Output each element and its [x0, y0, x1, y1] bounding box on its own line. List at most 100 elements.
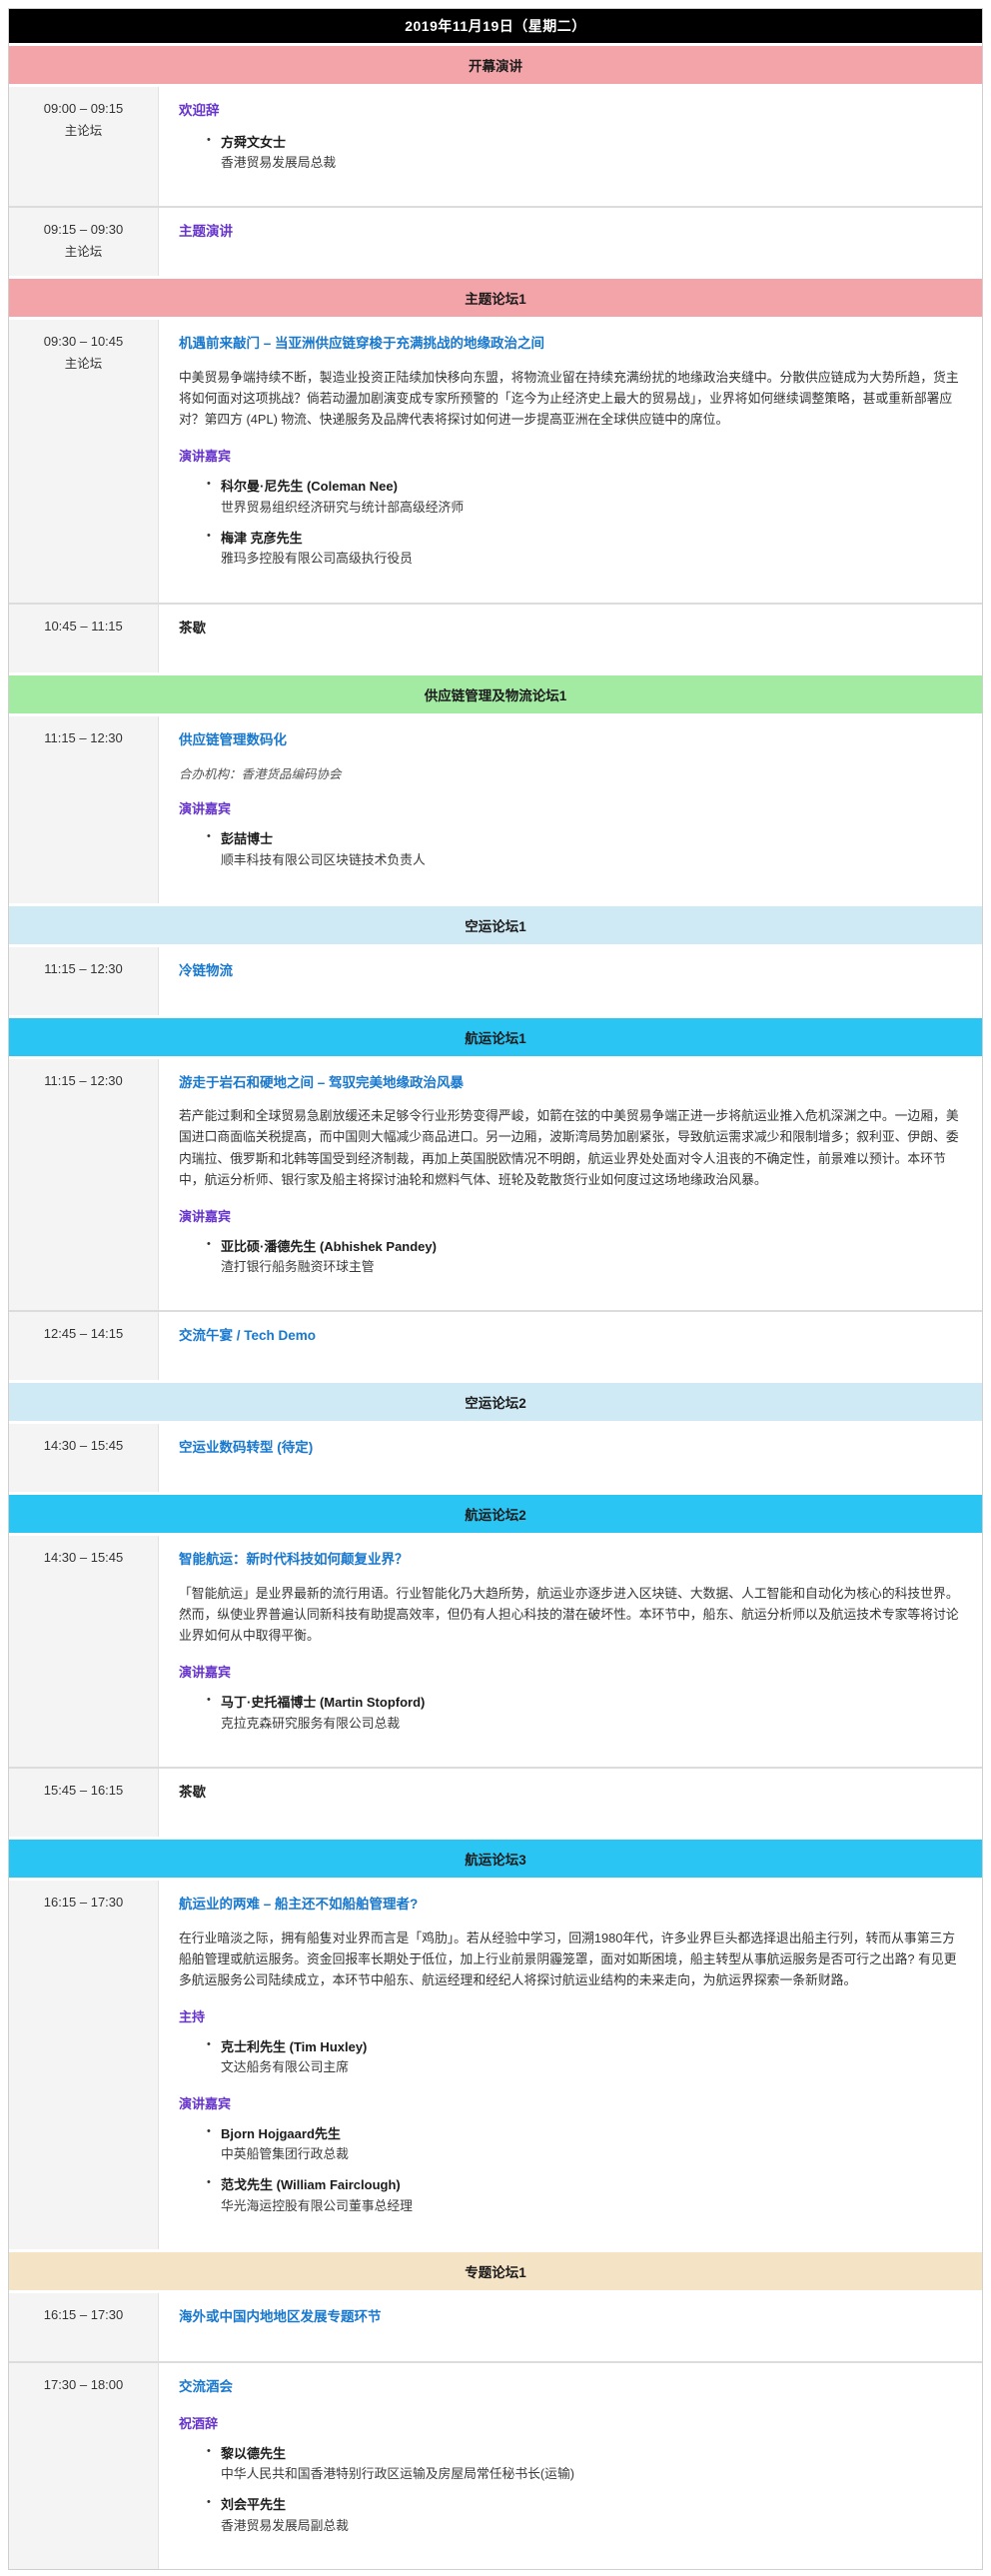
section-banner: 航运论坛2 [9, 1495, 982, 1533]
session-row: 09:30 – 10:45主论坛机遇前来敲门 – 当亚洲供应链穿梭于充满挑战的地… [9, 320, 982, 602]
time-cell: 17:30 – 18:00 [9, 2363, 159, 2569]
time-cell: 11:15 – 12:30 [9, 1059, 159, 1311]
speaker-name: Bjorn Hojgaard先生 [221, 2124, 962, 2144]
section-banner-label: 航运论坛3 [465, 1853, 526, 1868]
session-title[interactable]: 供应链管理数码化 [179, 730, 962, 750]
session-description: 在行业暗淡之际，拥有船隻对业界而言是「鸡肋」。若从经验中学习，回溯1980年代，… [179, 1928, 962, 1990]
section-banner: 主题论坛1 [9, 279, 982, 317]
session-title[interactable]: 欢迎辞 [179, 101, 962, 121]
section-banner: 专题论坛1 [9, 2252, 982, 2290]
speaker-group-heading: 祝酒辞 [179, 2413, 962, 2432]
speaker-affiliation: 华光海运控股有限公司董事总经理 [221, 2196, 962, 2215]
session-title: 茶歇 [179, 619, 962, 639]
section-banner-label: 航运论坛1 [465, 1031, 526, 1046]
session-time: 11:15 – 12:30 [13, 961, 154, 976]
speaker-list: 克士利先生 (Tim Huxley)文达船务有限公司主席 [179, 2037, 962, 2077]
time-cell: 14:30 – 15:45 [9, 1424, 159, 1492]
session-time: 09:30 – 10:45 [13, 334, 154, 349]
speaker-name: 刘会平先生 [221, 2495, 962, 2515]
session-content: 空运业数码转型 (待定) [159, 1424, 982, 1492]
speaker-affiliation: 文达船务有限公司主席 [221, 2057, 962, 2076]
speaker-list: Bjorn Hojgaard先生中英船管集团行政总裁范戈先生 (William … [179, 2124, 962, 2215]
speaker-list: 黎以德先生中华人民共和国香港特别行政区运输及房屋局常任秘书长(运输) 刘会平先生香… [179, 2444, 962, 2535]
schedule-body: 开幕演讲09:00 – 09:15主论坛欢迎辞方舜文女士香港贸易发展局总裁09:… [9, 46, 982, 2569]
session-row: 12:45 – 14:15 交流午宴 / Tech Demo [9, 1310, 982, 1380]
session-content: 机遇前来敲门 – 当亚洲供应链穿梭于充满挑战的地缘政治之间中美贸易争端持续不断，… [159, 320, 982, 602]
speaker-name: 科尔曼·尼先生 (Coleman Nee) [221, 477, 962, 497]
session-description: 「智能航运」是业界最新的流行用语。行业智能化乃大趋所势，航运业亦逐步进入区块链、… [179, 1583, 962, 1646]
session-title[interactable]: 游走于岩石和硬地之间 – 驾驭完美地缘政治风暴 [179, 1073, 962, 1093]
session-content: 智能航运：新时代科技如何颠复业界？ 「智能航运」是业界最新的流行用语。行业智能化乃… [159, 1536, 982, 1767]
speaker-item: 科尔曼·尼先生 (Coleman Nee)世界贸易组织经济研究与统计部高级经济师 [207, 477, 962, 517]
session-description: 若产能过剩和全球贸易急剧放缓还未足够令行业形势变得严峻，如箭在弦的中美贸易争端正… [179, 1105, 962, 1189]
time-cell: 10:45 – 11:15 [9, 605, 159, 672]
speaker-item: 方舜文女士香港贸易发展局总裁 [207, 133, 962, 173]
speaker-group-heading: 演讲嘉宾 [179, 2093, 962, 2112]
session-row: 14:30 – 15:45智能航运：新时代科技如何颠复业界？「智能航运」是业界最… [9, 1536, 982, 1767]
session-title[interactable]: 空运业数码转型 (待定) [179, 1438, 962, 1458]
session-row: 11:15 – 12:30 游走于岩石和硬地之间 – 驾驭完美地缘政治风暴若产能过… [9, 1059, 982, 1311]
session-time: 10:45 – 11:15 [13, 619, 154, 634]
session-content: 交流午宴 / Tech Demo [159, 1312, 982, 1380]
session-time: 16:15 – 17:30 [13, 1895, 154, 1910]
date-header: 2019年11月19日（星期二） [9, 9, 982, 43]
speaker-item: 梅津 克彦先生雅玛多控股有限公司高级执行役员 [207, 529, 962, 569]
session-title[interactable]: 交流酒会 [179, 2377, 962, 2397]
session-time: 17:30 – 18:00 [13, 2377, 154, 2392]
speaker-item: 彭喆博士顺丰科技有限公司区块链技术负责人 [207, 829, 962, 869]
speaker-affiliation: 世界贸易组织经济研究与统计部高级经济师 [221, 498, 962, 517]
session-time: 15:45 – 16:15 [13, 1783, 154, 1798]
speaker-name: 亚比硕·潘德先生 (Abhishek Pandey) [221, 1237, 962, 1257]
session-time: 16:15 – 17:30 [13, 2307, 154, 2322]
session-title[interactable]: 海外或中国内地地区发展专题环节 [179, 2307, 962, 2327]
session-row: 11:15 – 12:30 冷链物流 [9, 947, 982, 1015]
session-row: 11:15 – 12:30供应链管理数码化合办机构：香港货品编码协会演讲嘉宾彭喆… [9, 716, 982, 903]
session-time: 11:15 – 12:30 [13, 1073, 154, 1088]
session-content: 茶歇 [159, 1769, 982, 1837]
co-organizer-note: 合办机构：香港货品编码协会 [179, 763, 962, 782]
section-banner-label: 主题论坛1 [465, 292, 526, 307]
time-cell: 16:15 – 17:30 [9, 2293, 159, 2361]
time-cell: 15:45 – 16:15 [9, 1769, 159, 1837]
speaker-item: 马丁·史托福博士 (Martin Stopford)克拉克森研究服务有限公司总裁 [207, 1693, 962, 1733]
session-content: 茶歇 [159, 605, 982, 672]
speaker-affiliation: 香港贸易发展局副总裁 [221, 2516, 962, 2535]
session-row: 10:45 – 11:15 茶歇 [9, 603, 982, 672]
speaker-list: 亚比硕·潘德先生 (Abhishek Pandey)渣打银行船务融资环球主管 [179, 1237, 962, 1277]
speaker-name: 彭喆博士 [221, 829, 962, 849]
speaker-affiliation: 中英船管集团行政总裁 [221, 2144, 962, 2163]
section-banner: 空运论坛1 [9, 906, 982, 944]
speaker-item: Bjorn Hojgaard先生中英船管集团行政总裁 [207, 2124, 962, 2164]
time-cell: 11:15 – 12:30 [9, 947, 159, 1015]
section-banner: 供应链管理及物流论坛1 [9, 675, 982, 713]
session-row: 16:15 – 17:30 海外或中国内地地区发展专题环节 [9, 2293, 982, 2361]
section-banner-label: 空运论坛2 [465, 1396, 526, 1411]
session-content: 航运业的两难 – 船主还不如船舶管理者? 在行业暗淡之际，拥有船隻对业界而言是「鸡… [159, 1881, 982, 2249]
speaker-list: 方舜文女士香港贸易发展局总裁 [179, 133, 962, 173]
speaker-name: 梅津 克彦先生 [221, 529, 962, 549]
speaker-item: 范戈先生 (William Fairclough)华光海运控股有限公司董事总经理 [207, 2175, 962, 2215]
section-banner: 空运论坛2 [9, 1383, 982, 1421]
session-title[interactable]: 航运业的两难 – 船主还不如船舶管理者? [179, 1895, 962, 1915]
section-banner: 航运论坛1 [9, 1018, 982, 1056]
section-banner: 开幕演讲 [9, 46, 982, 84]
session-title[interactable]: 主题演讲 [179, 222, 962, 242]
session-venue: 主论坛 [13, 241, 154, 260]
session-title[interactable]: 智能航运：新时代科技如何颠复业界？ [179, 1550, 962, 1570]
session-title[interactable]: 交流午宴 / Tech Demo [179, 1326, 962, 1346]
speaker-group-heading: 演讲嘉宾 [179, 1206, 962, 1225]
programme-page: 2019年11月19日（星期二） 开幕演讲09:00 – 09:15主论坛欢迎辞… [8, 8, 983, 2570]
session-title[interactable]: 冷链物流 [179, 961, 962, 981]
speaker-list: 科尔曼·尼先生 (Coleman Nee)世界贸易组织经济研究与统计部高级经济师… [179, 477, 962, 568]
section-banner-label: 开幕演讲 [469, 59, 522, 74]
speaker-affiliation: 克拉克森研究服务有限公司总裁 [221, 1714, 962, 1733]
session-content: 交流酒会祝酒辞黎以德先生中华人民共和国香港特别行政区运输及房屋局常任秘书长(运输… [159, 2363, 982, 2569]
session-time: 12:45 – 14:15 [13, 1326, 154, 1341]
time-cell: 12:45 – 14:15 [9, 1312, 159, 1380]
speaker-name: 克士利先生 (Tim Huxley) [221, 2037, 962, 2057]
speaker-item: 黎以德先生中华人民共和国香港特别行政区运输及房屋局常任秘书长(运输) [207, 2444, 962, 2484]
speaker-affiliation: 香港贸易发展局总裁 [221, 153, 962, 172]
session-title[interactable]: 机遇前来敲门 – 当亚洲供应链穿梭于充满挑战的地缘政治之间 [179, 334, 962, 354]
session-time: 11:15 – 12:30 [13, 730, 154, 745]
speaker-affiliation: 中华人民共和国香港特别行政区运输及房屋局常任秘书长(运输) [221, 2464, 962, 2483]
